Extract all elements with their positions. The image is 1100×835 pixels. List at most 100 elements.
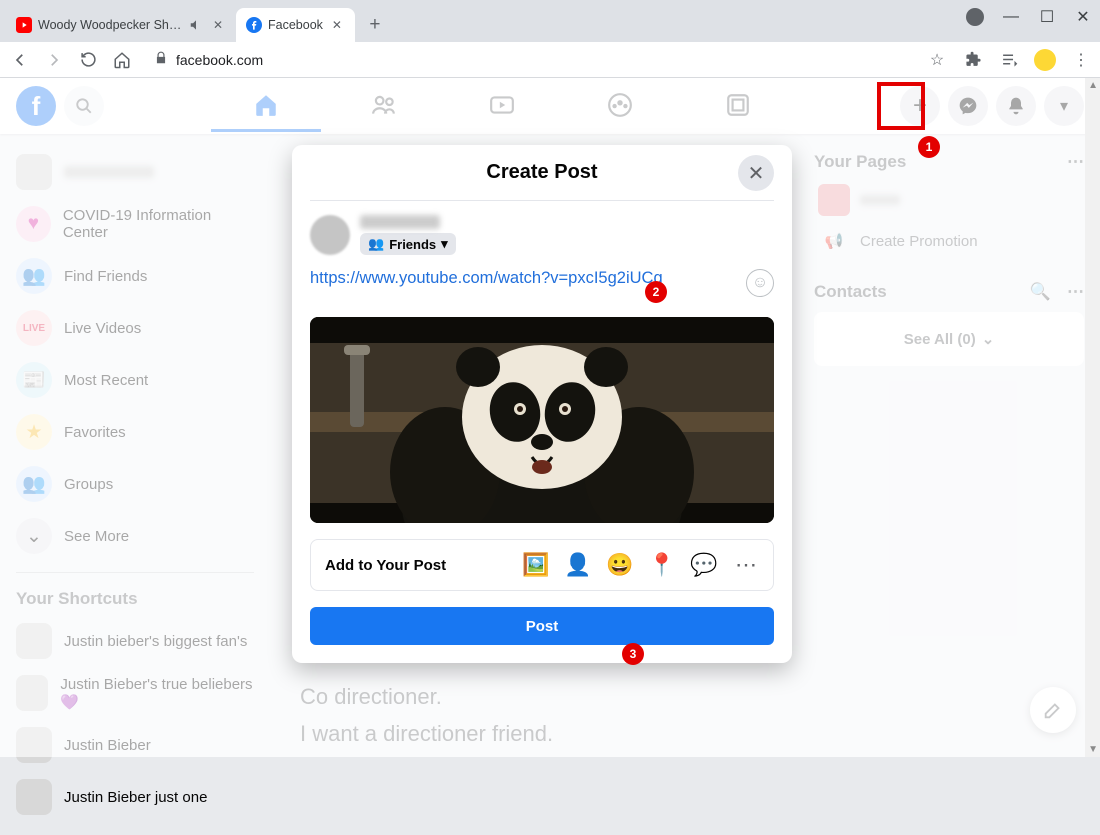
reading-list-icon[interactable] <box>998 49 1020 71</box>
scroll-down-icon[interactable]: ▼ <box>1088 744 1098 755</box>
tab-close-icon[interactable]: ✕ <box>210 17 226 33</box>
tab-youtube[interactable]: Woody Woodpecker Show | ✕ <box>6 8 236 42</box>
sidebar-item-groups[interactable]: 👥Groups <box>8 458 262 510</box>
see-all-button[interactable]: See All (0) ⌄ <box>824 322 1074 356</box>
bookmark-star-icon[interactable]: ☆ <box>926 49 948 71</box>
privacy-label: Friends <box>389 237 436 252</box>
feed-line: I want a directioner friend. <box>300 715 800 752</box>
home-button[interactable] <box>110 48 134 72</box>
live-icon: LIVE <box>16 310 52 346</box>
page-viewport: f + <box>0 78 1100 757</box>
contacts-more-icon[interactable]: ⋯ <box>1067 282 1084 302</box>
sidebar-item-label: COVID-19 Information Center <box>63 207 254 241</box>
extensions-icon[interactable] <box>962 49 984 71</box>
nav-groups[interactable] <box>565 80 675 132</box>
sidebar-item-label: Favorites <box>64 424 126 441</box>
page-row[interactable] <box>814 176 1084 224</box>
search-contacts-icon[interactable]: 🔍 <box>1030 282 1051 302</box>
close-modal-button[interactable]: ✕ <box>738 155 774 191</box>
post-button[interactable]: Post <box>310 607 774 645</box>
sidebar-item-find-friends[interactable]: 👥Find Friends <box>8 250 262 302</box>
sidebar-item-live[interactable]: LIVE Live Videos <box>8 302 262 354</box>
more-icon[interactable]: ⋯ <box>1067 152 1084 172</box>
groups-icon: 👥 <box>16 466 52 502</box>
scrollbar[interactable]: ▲ ▼ <box>1085 78 1100 757</box>
annotation-badge-2: 2 <box>645 281 667 303</box>
nav-friends[interactable] <box>329 80 439 132</box>
page-name-blurred <box>860 195 900 205</box>
sidebar-see-more[interactable]: ⌄See More <box>8 510 262 562</box>
your-pages-title: Your Pages <box>814 152 906 172</box>
sidebar-profile[interactable] <box>8 146 262 198</box>
messenger-button[interactable] <box>948 86 988 126</box>
emoji-picker-button[interactable]: ☺ <box>746 269 774 297</box>
shortcut-thumb <box>16 779 52 815</box>
fb-logo[interactable]: f <box>16 86 56 126</box>
fb-header: f + <box>0 78 1100 134</box>
tag-people-icon[interactable]: 👤 <box>565 552 591 578</box>
address-bar[interactable]: facebook.com <box>144 46 916 74</box>
link-preview: ✕ <box>310 317 774 523</box>
browser-menu-icon[interactable]: ⋮ <box>1070 49 1092 71</box>
shortcut-item[interactable]: Justin Bieber's true beliebers 💜 <box>8 667 262 719</box>
caret-down-icon: ▾ <box>441 236 448 252</box>
fb-center-nav <box>112 80 892 132</box>
sidebar-item-recent[interactable]: 📰Most Recent <box>8 354 262 406</box>
close-window-button[interactable]: ✕ <box>1074 8 1092 26</box>
extension-badge-icon[interactable] <box>1034 49 1056 71</box>
new-tab-button[interactable]: + <box>361 11 389 39</box>
tab-mute-icon[interactable] <box>188 17 204 33</box>
browser-toolbar: facebook.com ☆ ⋮ <box>0 42 1100 78</box>
sidebar-item-covid[interactable]: ♥COVID-19 Information Center <box>8 198 262 250</box>
shortcut-thumb <box>16 623 52 659</box>
compose-area[interactable]: https://www.youtube.com/watch?v=pxcI5g2i… <box>310 269 774 297</box>
check-in-icon[interactable]: 📍 <box>649 552 675 578</box>
page-thumb <box>818 184 850 216</box>
feed-line: Co directioner. <box>300 678 800 715</box>
facebook-icon <box>246 17 262 33</box>
compose-fab[interactable] <box>1030 687 1076 733</box>
create-promotion-label: Create Promotion <box>860 233 978 250</box>
nav-gaming[interactable] <box>683 80 793 132</box>
tab-close-icon[interactable]: ✕ <box>329 17 345 33</box>
nav-home[interactable] <box>211 80 321 132</box>
gif-icon[interactable]: 💬 <box>691 552 717 578</box>
privacy-selector[interactable]: 👥 Friends ▾ <box>360 233 456 255</box>
shortcut-thumb <box>16 675 48 711</box>
modal-header: Create Post ✕ <box>310 145 774 201</box>
sidebar-item-favorites[interactable]: ★Favorites <box>8 406 262 458</box>
shortcut-item[interactable]: Justin Bieber just one <box>8 771 262 823</box>
annotation-box-1 <box>877 82 925 130</box>
shortcut-thumb <box>16 727 52 763</box>
profile-name-blurred <box>64 166 154 178</box>
shortcut-item[interactable]: Justin Bieber <box>8 719 262 771</box>
reload-button[interactable] <box>76 48 100 72</box>
fb-search-button[interactable] <box>64 86 104 126</box>
minimize-button[interactable]: — <box>1002 8 1020 26</box>
browser-tabstrip: Woody Woodpecker Show | ✕ Facebook ✕ + —… <box>0 0 1100 42</box>
more-options-icon[interactable]: ⋯ <box>733 552 759 578</box>
shortcut-label: Justin Bieber's true beliebers 💜 <box>60 676 254 711</box>
preview-image <box>310 317 774 523</box>
forward-button[interactable] <box>42 48 66 72</box>
tab-facebook[interactable]: Facebook ✕ <box>236 8 355 42</box>
profile-icon[interactable] <box>966 8 984 26</box>
sidebar-item-label: Live Videos <box>64 320 141 337</box>
photo-video-icon[interactable]: 🖼️ <box>523 552 549 578</box>
create-promotion[interactable]: 📢 Create Promotion <box>814 224 1084 258</box>
post-author: 👥 Friends ▾ <box>310 215 774 255</box>
scroll-up-icon[interactable]: ▲ <box>1088 80 1098 91</box>
divider <box>16 572 254 573</box>
shortcut-item[interactable]: Justin bieber's biggest fan's <box>8 615 262 667</box>
friends-icon: 👥 <box>16 258 52 294</box>
author-name-blurred <box>360 215 440 229</box>
maximize-button[interactable]: ☐ <box>1038 8 1056 26</box>
feeling-icon[interactable]: 😀 <box>607 552 633 578</box>
back-button[interactable] <box>8 48 32 72</box>
account-menu-button[interactable]: ▾ <box>1044 86 1084 126</box>
your-pages-header: Your Pages ⋯ <box>814 148 1084 176</box>
megaphone-icon: 📢 <box>818 232 850 250</box>
nav-watch[interactable] <box>447 80 557 132</box>
notifications-button[interactable] <box>996 86 1036 126</box>
url-text: facebook.com <box>176 52 263 68</box>
